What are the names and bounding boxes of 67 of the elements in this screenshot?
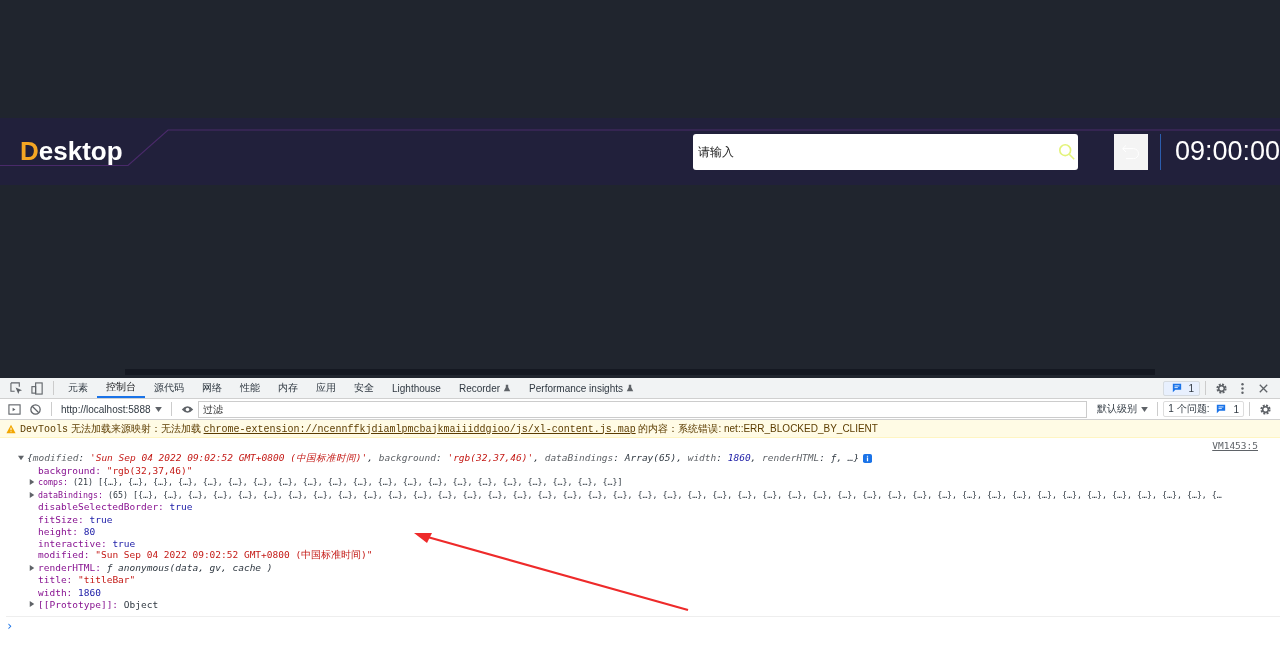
object-summary[interactable]: {modified: 'Sun Sep 04 2022 09:02:52 GMT+0800 (中国标准时间)', background: 'rgb(32,37,46)', dataBindings: Array(65), width: 1860, renderHTML: ƒ, …} — [27, 451, 860, 465]
issues-badge[interactable]: 1 — [1163, 380, 1200, 396]
caret-icon — [1141, 406, 1149, 412]
message-icon — [1216, 404, 1227, 414]
expand-triangle-icon[interactable] — [29, 601, 35, 608]
source-link[interactable]: VM1453:5 — [1212, 440, 1258, 452]
property-line: disableSelectedBorder: true — [38, 501, 193, 513]
flask-icon — [503, 384, 512, 392]
panel-tab[interactable]: Performance insights — [520, 378, 643, 398]
tab-label: Recorder — [458, 382, 501, 394]
property-line: width: 1860 — [38, 586, 101, 598]
flask-icon — [626, 384, 634, 392]
message-icon — [1172, 383, 1183, 393]
level-dropdown[interactable]: 默认级别 — [1093, 402, 1153, 416]
property-line: renderHTML: ƒ anonymous(data, gv, cache ) — [38, 562, 273, 574]
tab-label: 元素 — [68, 381, 88, 395]
property-line: modified: "Sun Sep 04 2022 09:02:52 GMT+0800 (中国标准时间)" — [38, 549, 373, 563]
panel-tab[interactable]: 元素 — [59, 378, 97, 398]
logo-text: Desktop — [20, 136, 123, 167]
tab-label: 性能 — [240, 381, 260, 395]
property-line: [[Prototype]]: Object — [38, 598, 159, 610]
info-icon[interactable] — [863, 453, 873, 463]
clock-text: 09:00:00 — [1174, 136, 1280, 167]
context-dropdown[interactable]: http://localhost:5888 — [57, 403, 166, 415]
undo-button[interactable] — [1113, 133, 1148, 170]
device-icon[interactable] — [31, 381, 44, 395]
property-line: fitSize: true — [38, 513, 113, 525]
warning-icon — [6, 423, 16, 434]
tab-label: 应用 — [316, 381, 336, 395]
property-line: height: 80 — [38, 525, 96, 537]
tab-label: 网络 — [202, 381, 222, 395]
prompt-icon: › — [6, 619, 14, 634]
clear-icon[interactable] — [29, 402, 42, 416]
search-input[interactable]: 请输入 — [692, 144, 1058, 159]
panel-tab[interactable]: 性能 — [231, 378, 269, 398]
panel-tab[interactable]: Recorder — [449, 378, 521, 398]
tab-label: 安全 — [354, 381, 374, 395]
expand-triangle-icon[interactable] — [29, 564, 35, 571]
tab-label: Performance insights — [529, 382, 623, 394]
issues-count: 1 — [1188, 382, 1194, 394]
panel-tab[interactable]: 网络 — [193, 378, 231, 398]
panel-tab[interactable]: 安全 — [345, 378, 383, 398]
source-map-link[interactable]: chrome-extension://ncennffkjdiamlpmcbajkmaiiiddgioo/js/xl-content.js.map — [203, 423, 636, 435]
property-line: dataBindings: (65) [{…}, {…}, {…}, {…}, {…}, {…}, {…}, {…}, {…}, {…}, {…}, {…}, {…}, {…}, {…}, {…}, {…}, {…}, {…}, {…}, {…}, {…}, {…}, {…}, {…}, {…}, {…}, {…}, {…}, {…}, {…}, {…}, {…}, {…}, {…}, {…}, {…}, {…}, {…}, {…}, {…}, {…}, {…}, {… — [38, 489, 1222, 500]
panel-tab[interactable]: 内存 — [269, 378, 307, 398]
property-line: comps: (21) [{…}, {…}, {…}, {…}, {…}, {…}, {…}, {…}, {…}, {…}, {…}, {…}, {…}, {…}, {…}, {…}, {…}, {…}, {…}, {…}, {…}] — [38, 477, 623, 488]
caret-icon — [154, 406, 162, 412]
panel-tab[interactable]: 源代码 — [145, 378, 193, 398]
expand-triangle-icon[interactable] — [18, 455, 24, 462]
panel-tab[interactable]: Lighthouse — [383, 378, 450, 398]
tab-label: 源代码 — [154, 381, 184, 395]
tab-label: 内存 — [278, 381, 298, 395]
tab-label: Lighthouse — [392, 382, 441, 394]
property-line: title: "titleBar" — [38, 574, 136, 586]
sidebar-icon[interactable] — [8, 402, 21, 416]
settings-icon[interactable] — [1259, 402, 1272, 416]
panel-tab[interactable]: 应用 — [307, 378, 345, 398]
inspect-icon[interactable] — [10, 381, 23, 395]
tab-label: 控制台 — [106, 380, 136, 394]
filter-field[interactable]: 过滤 — [197, 400, 1088, 418]
property-line: background: "rgb(32,37,46)" — [38, 464, 193, 476]
warning-message: DevTools 无法加载来源映射：无法加载 chrome-extension://ncennffkjdiamlpmcbajkmaiiiddgioo/js/xl-content.js.map 的内容：系统错误: net::ERR_BLOCKED_BY_CLIENT — [20, 421, 878, 436]
property-line: interactive: true — [38, 537, 136, 549]
search-field[interactable]: 请输入 — [692, 133, 1078, 170]
settings-icon[interactable] — [1215, 381, 1228, 395]
panel-tab[interactable]: 控制台 — [97, 378, 145, 398]
issues-button[interactable]: 1 个问题: 1 — [1163, 401, 1244, 417]
